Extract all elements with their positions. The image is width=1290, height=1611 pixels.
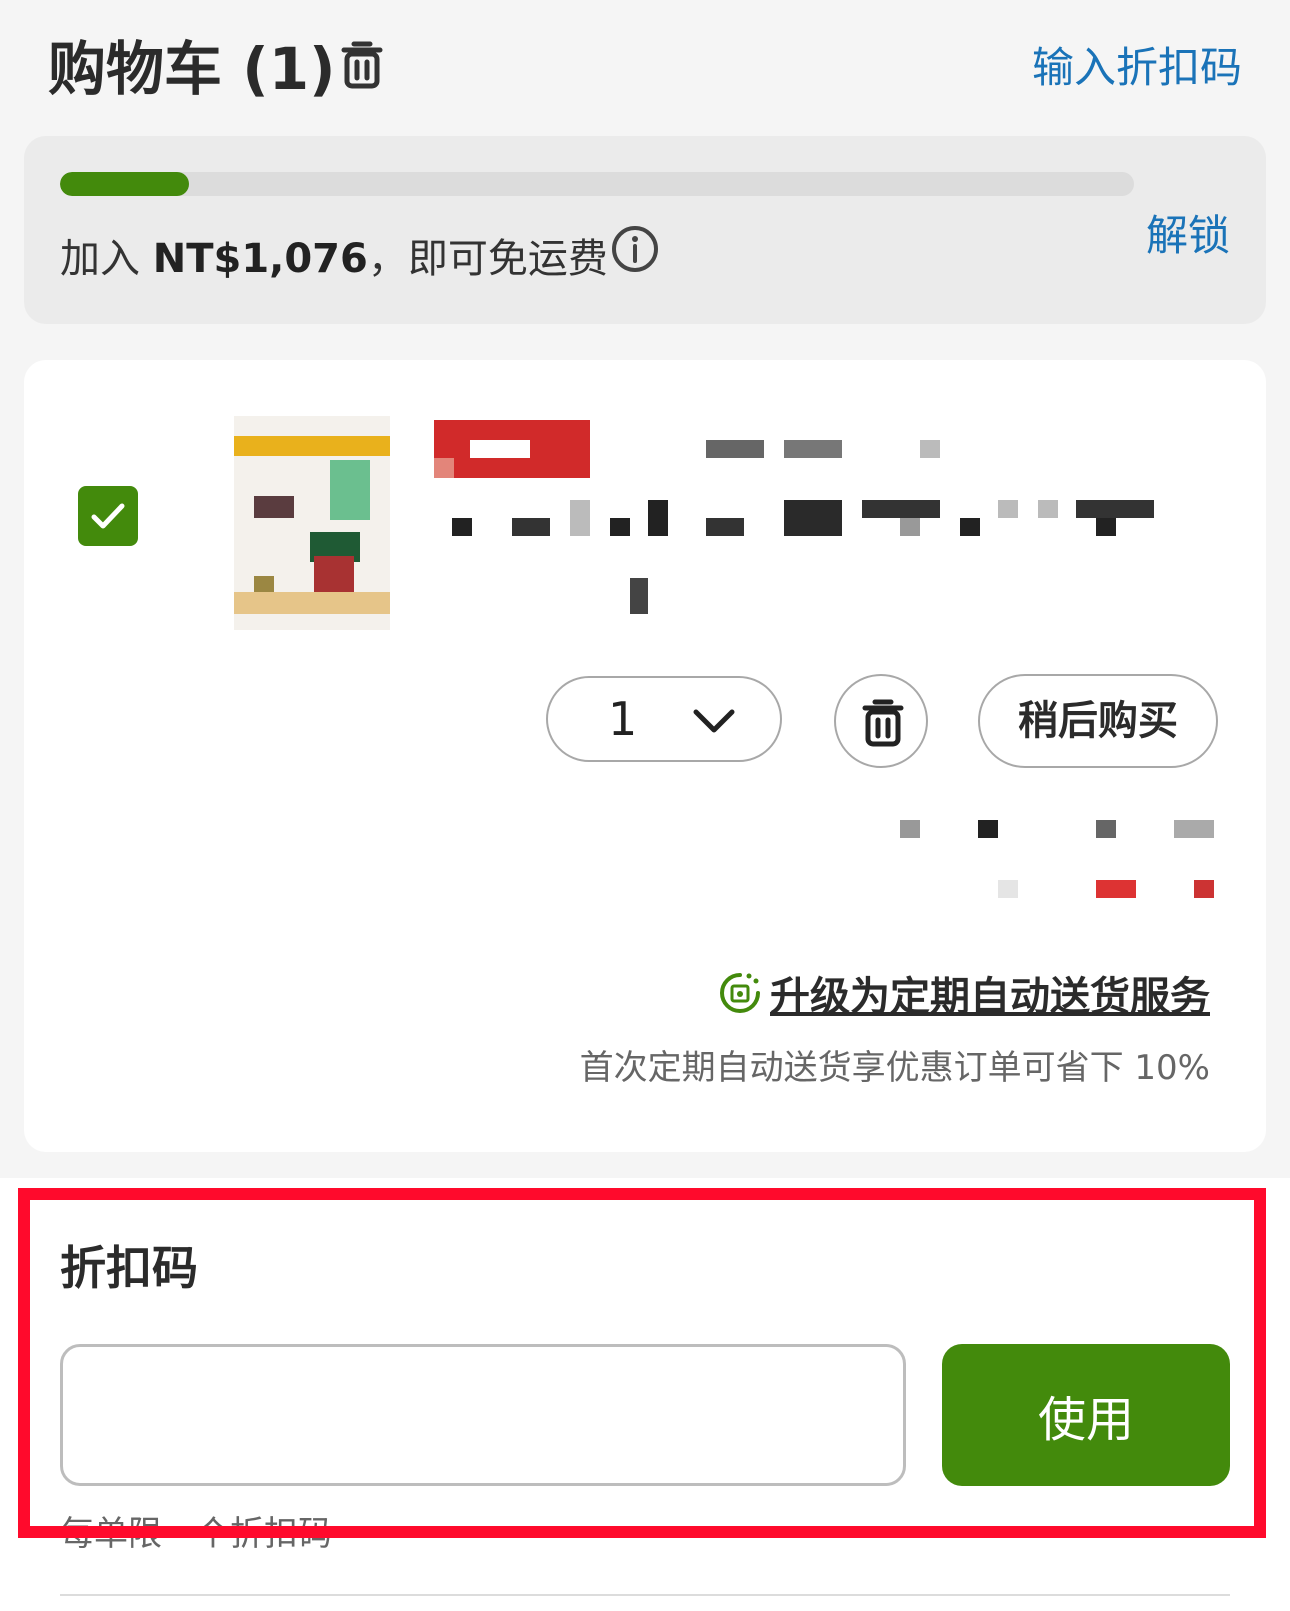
unlock-free-shipping-link[interactable]: 解锁 [1146,202,1230,263]
quantity-dropdown[interactable]: 1 [546,676,782,762]
product-title-redacted[interactable] [420,420,1200,630]
info-icon[interactable] [610,224,660,274]
section-divider [60,1594,1230,1596]
free-shipping-progress-fill [60,172,189,196]
page-title: 购物车 (1) [48,35,336,103]
chevron-down-icon [693,709,735,733]
shipping-text-suffix: ，即可免运费 [367,236,608,282]
subscribe-icon [720,973,760,1013]
cart-header: 购物车 (1) 输入折扣码 [0,0,1290,125]
free-shipping-message: 加入 NT$1,076，即可免运费 [60,226,608,284]
subscribe-discount-note: 首次定期自动送货享优惠订单可省下 10% [579,1048,1210,1088]
subscribe-link[interactable]: 升级为定期自动送货服务 [770,974,1210,1020]
coupon-heading: 折扣码 [60,1241,198,1295]
coupon-limit-hint: 每单限一个折扣码 [60,1514,332,1554]
check-icon [91,503,125,529]
save-for-later-button[interactable]: 稍后购买 [978,674,1218,768]
free-shipping-progress [60,172,1134,196]
item-select-checkbox[interactable] [78,486,138,546]
enter-coupon-link[interactable]: 输入折扣码 [1032,34,1242,95]
trash-icon [862,699,904,747]
remove-item-button[interactable] [834,674,928,768]
apply-coupon-button[interactable]: 使用 [942,1344,1230,1486]
coupon-code-input[interactable] [60,1344,906,1486]
clear-cart-trash-icon[interactable] [338,38,386,90]
free-shipping-panel: 加入 NT$1,076，即可免运费 解锁 [24,136,1266,324]
cart-item-card: 1 稍后购买 升级为定期自动送货服务 首次定期自动送货享优惠订单可省下 10% [24,360,1266,1152]
quantity-value: 1 [608,692,638,746]
subscribe-row[interactable]: 升级为定期自动送货服务 [718,964,1210,1024]
product-image[interactable] [220,416,404,640]
item-price-redacted [884,800,1224,900]
shipping-amount: NT$1,076 [152,236,368,282]
shipping-text-prefix: 加入 [60,236,153,282]
